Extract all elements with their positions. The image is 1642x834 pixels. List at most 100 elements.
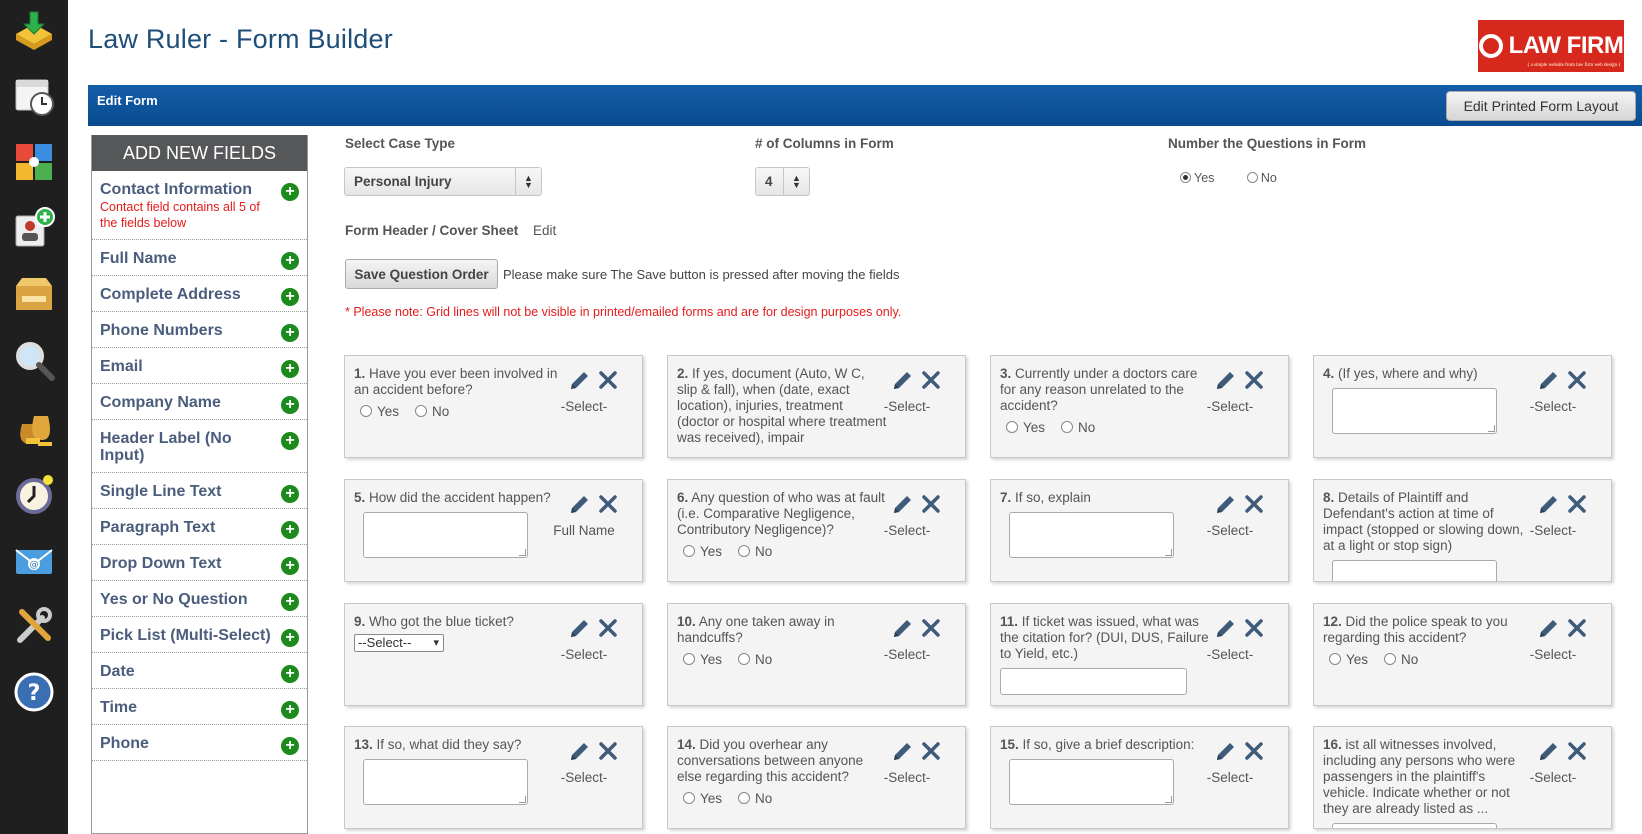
question-card[interactable]: 16. ist all witnesses involved, includin…: [1313, 726, 1612, 829]
field-mapping-select[interactable]: -Select-: [1190, 399, 1270, 414]
add-field-plus-icon[interactable]: +: [281, 183, 299, 201]
answer-textarea[interactable]: [1332, 560, 1497, 581]
download-tray-icon[interactable]: [10, 6, 58, 54]
question-card[interactable]: 5. How did the accident happen? Full Name: [344, 479, 643, 582]
field-mapping-select[interactable]: -Select-: [867, 399, 947, 414]
delete-x-icon[interactable]: [1567, 741, 1587, 761]
stopwatch-icon[interactable]: [10, 470, 58, 518]
field-item[interactable]: Paragraph Text +: [92, 509, 307, 545]
question-card[interactable]: 6. Any question of who was at fault (i.e…: [667, 479, 966, 582]
reports-box-icon[interactable]: [10, 270, 58, 318]
delete-x-icon[interactable]: [1567, 618, 1587, 638]
question-card[interactable]: 8. Details of Plaintiff and Defendant's …: [1313, 479, 1612, 582]
tools-icon[interactable]: [10, 602, 58, 650]
edit-pencil-icon[interactable]: [1214, 368, 1238, 392]
field-item[interactable]: Contact Information Contact field contain…: [92, 171, 307, 240]
add-field-plus-icon[interactable]: +: [281, 629, 299, 647]
delete-x-icon[interactable]: [1567, 494, 1587, 514]
edit-pencil-icon[interactable]: [1537, 616, 1561, 640]
no-radio[interactable]: [738, 792, 751, 804]
field-item[interactable]: Single Line Text +: [92, 473, 307, 509]
question-card[interactable]: 9. Who got the blue ticket? --Select-- -Se…: [344, 603, 643, 706]
no-radio[interactable]: [415, 405, 428, 417]
delete-x-icon[interactable]: [1244, 370, 1264, 390]
question-card[interactable]: 7. If so, explain -Select-: [990, 479, 1289, 582]
field-mapping-select[interactable]: -Select-: [867, 523, 947, 538]
answer-text-input[interactable]: [1000, 668, 1187, 695]
columns-select[interactable]: 4 ▲ ▼: [755, 167, 810, 196]
question-card[interactable]: 15. If so, give a brief description: -Sel…: [990, 726, 1289, 829]
add-field-plus-icon[interactable]: +: [281, 288, 299, 306]
answer-textarea[interactable]: [363, 512, 528, 558]
question-card[interactable]: 14. Did you overhear any conversations b…: [667, 726, 966, 829]
yes-radio[interactable]: [1329, 653, 1341, 665]
email-icon[interactable]: @: [10, 536, 58, 584]
delete-x-icon[interactable]: [921, 741, 941, 761]
field-mapping-select[interactable]: -Select-: [544, 647, 624, 662]
add-field-plus-icon[interactable]: +: [281, 737, 299, 755]
edit-pencil-icon[interactable]: [891, 368, 915, 392]
field-mapping-select[interactable]: -Select-: [1513, 399, 1593, 414]
edit-pencil-icon[interactable]: [568, 739, 592, 763]
question-card[interactable]: 11. If ticket was issued, what was the c…: [990, 603, 1289, 706]
edit-pencil-icon[interactable]: [1214, 616, 1238, 640]
edit-pencil-icon[interactable]: [568, 616, 592, 640]
delete-x-icon[interactable]: [1244, 741, 1264, 761]
question-card[interactable]: 2. If yes, document (Auto, W C, slip & f…: [667, 355, 966, 458]
delete-x-icon[interactable]: [1567, 370, 1587, 390]
add-field-plus-icon[interactable]: +: [281, 557, 299, 575]
field-mapping-select[interactable]: -Select-: [1513, 523, 1593, 538]
edit-pencil-icon[interactable]: [1537, 368, 1561, 392]
edit-pencil-icon[interactable]: [1537, 739, 1561, 763]
question-card[interactable]: 3. Currently under a doctors care for an…: [990, 355, 1289, 458]
number-yes-radio[interactable]: [1180, 172, 1191, 183]
field-mapping-select[interactable]: -Select-: [1190, 523, 1270, 538]
magnifier-icon[interactable]: [10, 336, 58, 384]
case-type-select[interactable]: Personal Injury ▲ ▼: [344, 167, 542, 196]
yes-radio[interactable]: [360, 405, 372, 417]
question-card[interactable]: 10. Any one taken away in handcuffs? Yes N…: [667, 603, 966, 706]
calendar-clock-icon[interactable]: [10, 72, 58, 120]
field-mapping-select[interactable]: -Select-: [544, 770, 624, 785]
field-mapping-select[interactable]: -Select-: [867, 770, 947, 785]
field-item[interactable]: Pick List (Multi-Select) +: [92, 617, 307, 653]
no-radio[interactable]: [738, 545, 751, 557]
answer-textarea[interactable]: [1009, 512, 1174, 558]
field-item[interactable]: Complete Address +: [92, 276, 307, 312]
add-field-plus-icon[interactable]: +: [281, 360, 299, 378]
edit-pencil-icon[interactable]: [568, 368, 592, 392]
field-item[interactable]: Company Name +: [92, 384, 307, 420]
add-field-plus-icon[interactable]: +: [281, 396, 299, 414]
add-field-plus-icon[interactable]: +: [281, 252, 299, 270]
edit-pencil-icon[interactable]: [1537, 492, 1561, 516]
field-item[interactable]: Drop Down Text +: [92, 545, 307, 581]
yes-radio[interactable]: [683, 545, 695, 557]
money-bags-icon[interactable]: [10, 402, 58, 450]
add-field-plus-icon[interactable]: +: [281, 432, 299, 450]
edit-pencil-icon[interactable]: [891, 739, 915, 763]
question-card[interactable]: 12. Did the police speak to you regardin…: [1313, 603, 1612, 706]
save-question-order-button[interactable]: Save Question Order: [345, 259, 498, 289]
add-field-plus-icon[interactable]: +: [281, 701, 299, 719]
field-item[interactable]: Header Label (No Input) +: [92, 420, 307, 473]
no-radio[interactable]: [1061, 421, 1074, 433]
delete-x-icon[interactable]: [598, 494, 618, 514]
field-mapping-select[interactable]: -Select-: [867, 647, 947, 662]
field-item[interactable]: Full Name +: [92, 240, 307, 276]
answer-textarea[interactable]: [1009, 759, 1174, 805]
no-radio[interactable]: [1384, 653, 1397, 665]
question-card[interactable]: 13. If so, what did they say? -Select-: [344, 726, 643, 829]
delete-x-icon[interactable]: [598, 618, 618, 638]
question-card[interactable]: 1. Have you ever been involved in an acc…: [344, 355, 643, 458]
add-field-plus-icon[interactable]: +: [281, 521, 299, 539]
field-mapping-select[interactable]: Full Name: [544, 523, 624, 538]
field-mapping-select[interactable]: -Select-: [544, 399, 624, 414]
field-mapping-select[interactable]: -Select-: [1513, 770, 1593, 785]
field-item[interactable]: Time +: [92, 689, 307, 725]
field-item[interactable]: Phone +: [92, 725, 307, 761]
add-field-plus-icon[interactable]: +: [281, 665, 299, 683]
answer-dropdown[interactable]: --Select--: [354, 634, 444, 652]
edit-pencil-icon[interactable]: [891, 616, 915, 640]
field-item[interactable]: Email +: [92, 348, 307, 384]
edit-pencil-icon[interactable]: [891, 492, 915, 516]
